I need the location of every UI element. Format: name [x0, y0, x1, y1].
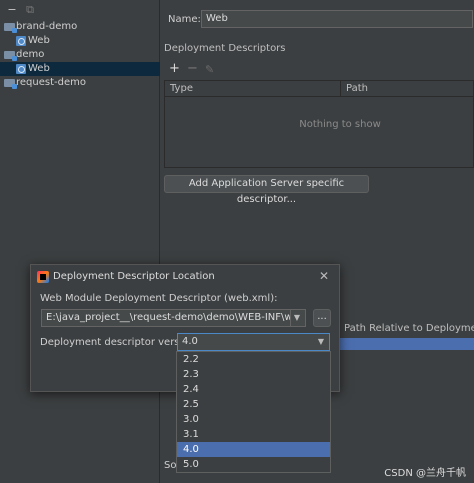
tree-item-label: brand-demo: [16, 21, 78, 32]
tree-item-demo-web[interactable]: Web: [0, 62, 160, 76]
version-option[interactable]: 5.0: [177, 457, 330, 472]
tree-toolbar: − ⧉: [0, 0, 160, 18]
tree-item-brand-demo[interactable]: brand-demo: [0, 20, 160, 34]
copy-icon[interactable]: ⧉: [24, 4, 36, 16]
dialog-title: Deployment Descriptor Location: [53, 271, 215, 282]
tree-item-label: Web: [28, 63, 50, 74]
column-type[interactable]: Type: [165, 81, 340, 97]
path-history-dropdown[interactable]: ▼: [290, 309, 306, 327]
version-select[interactable]: 4.0 ▼: [177, 333, 330, 351]
edit-icon[interactable]: ✎: [205, 63, 214, 77]
module-folder-icon: [4, 23, 17, 33]
version-select-value: 4.0: [182, 336, 198, 347]
version-option-selected[interactable]: 4.0: [177, 442, 330, 457]
chevron-down-icon: ▼: [317, 337, 325, 346]
add-icon[interactable]: +: [169, 62, 180, 76]
name-input[interactable]: Web: [201, 10, 473, 28]
name-label: Name:: [168, 14, 201, 25]
module-folder-icon: [4, 79, 17, 89]
descriptor-path-value: E:\java_project__\request-demo\demo\WEB-…: [46, 312, 306, 323]
module-folder-icon: [4, 51, 17, 61]
tree-item-label: demo: [16, 49, 45, 60]
column-path-relative[interactable]: Path Relative to Deployment Ro: [339, 320, 474, 338]
version-option[interactable]: 3.0: [177, 412, 330, 427]
module-tree-panel: − ⧉ brand-demo Web demo Web request-demo: [0, 0, 160, 483]
version-option[interactable]: 3.1: [177, 427, 330, 442]
source-roots-label: So: [164, 460, 177, 471]
version-option[interactable]: 2.3: [177, 367, 330, 382]
tree-item-brand-demo-web[interactable]: Web: [0, 34, 160, 48]
browse-button[interactable]: ...: [313, 309, 331, 327]
web-facet-icon: [16, 64, 26, 74]
version-option[interactable]: 2.2: [177, 352, 330, 367]
tree-item-demo[interactable]: demo: [0, 48, 160, 62]
web-facet-icon: [16, 36, 26, 46]
chevron-down-icon: ▼: [293, 313, 301, 322]
version-label: Deployment descriptor version: [40, 337, 195, 348]
web-xml-label: Web Module Deployment Descriptor (web.xm…: [40, 293, 278, 304]
tree-item-label: request-demo: [16, 77, 86, 88]
version-option[interactable]: 2.4: [177, 382, 330, 397]
selected-row[interactable]: [339, 338, 474, 350]
minus-icon[interactable]: −: [6, 4, 18, 16]
version-option[interactable]: 2.5: [177, 397, 330, 412]
remove-icon[interactable]: −: [187, 62, 198, 76]
table-header: Type Path: [165, 81, 473, 97]
descriptor-path-input[interactable]: E:\java_project__\request-demo\demo\WEB-…: [41, 309, 306, 327]
intellij-app-icon: [37, 271, 49, 283]
tree-item-request-demo[interactable]: request-demo: [0, 76, 160, 90]
deployment-descriptors-title: Deployment Descriptors: [164, 43, 286, 54]
watermark-text: CSDN @兰舟千帆: [384, 468, 466, 479]
tree-item-label: Web: [28, 35, 50, 46]
close-icon[interactable]: ✕: [319, 269, 329, 283]
descriptors-table[interactable]: Type Path Nothing to show: [164, 80, 474, 168]
add-server-descriptor-button[interactable]: Add Application Server specific descript…: [164, 175, 369, 205]
version-dropdown-list[interactable]: 2.2 2.3 2.4 2.5 3.0 3.1 4.0 5.0: [176, 351, 331, 473]
empty-state-text: Nothing to show: [299, 119, 381, 130]
column-path[interactable]: Path: [340, 81, 474, 97]
